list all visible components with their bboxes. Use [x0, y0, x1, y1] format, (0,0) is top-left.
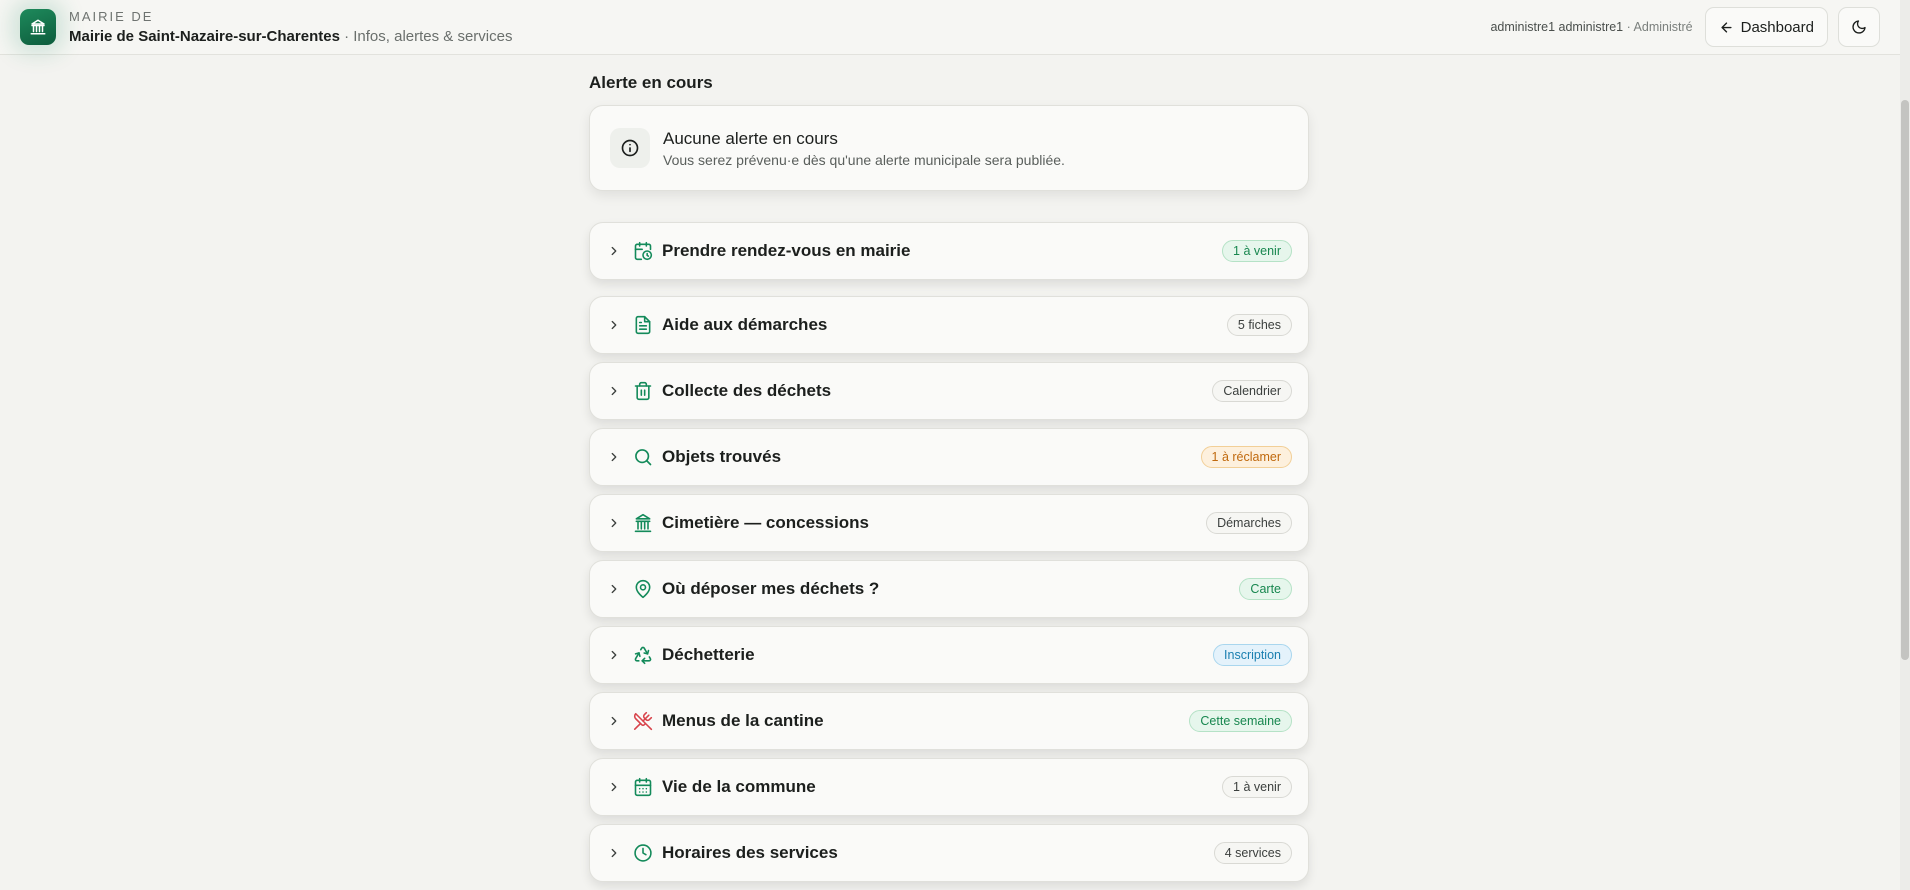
service-row-dechetterie[interactable]: Déchetterie Inscription — [589, 626, 1309, 684]
header-actions: administre1 administre1 · Administré Das… — [1490, 7, 1880, 47]
service-badge: Démarches — [1206, 512, 1292, 534]
service-row-collecte[interactable]: Collecte des déchets Calendrier — [589, 362, 1309, 420]
service-badge: 1 à venir — [1222, 776, 1292, 798]
user-info: administre1 administre1 · Administré — [1490, 20, 1692, 34]
service-badge: Inscription — [1213, 644, 1292, 666]
moon-icon — [1852, 20, 1866, 34]
service-label: Menus de la cantine — [662, 711, 824, 730]
brand-name: Mairie de Saint-Nazaire-sur-Charentes — [69, 27, 340, 45]
logo[interactable] — [20, 9, 56, 45]
chevron-right-icon — [607, 714, 621, 728]
clock-icon — [633, 843, 653, 863]
service-row-cimetiere[interactable]: Cimetière — concessions Démarches — [589, 494, 1309, 552]
building-icon — [30, 19, 46, 35]
document-icon — [633, 315, 653, 335]
chevron-right-icon — [607, 780, 621, 794]
scrollbar-thumb[interactable] — [1901, 100, 1909, 660]
page-scrollbar[interactable] — [1900, 0, 1910, 890]
service-label: Collecte des déchets — [662, 381, 832, 400]
alert-card: Aucune alerte en cours Vous serez préven… — [589, 105, 1309, 191]
service-badge: Calendrier — [1212, 380, 1292, 402]
service-badge: 4 services — [1213, 842, 1292, 864]
brand: MAIRIE DE Mairie de Saint-Nazaire-sur-Ch… — [69, 9, 512, 46]
service-label: Objets trouvés — [662, 447, 782, 466]
service-row-horaires[interactable]: Horaires des services 4 services — [589, 824, 1309, 882]
service-badge: 1 à réclamer — [1200, 446, 1292, 468]
service-row-vie-commune[interactable]: Vie de la commune 1 à venir — [589, 758, 1309, 816]
service-label: Déchetterie — [662, 645, 755, 664]
alert-card-text: Vous serez prévenu·e dès qu'une alerte m… — [663, 152, 1065, 168]
service-label: Cimetière — concessions — [662, 513, 869, 532]
trash-icon — [633, 381, 653, 401]
service-row-cantine[interactable]: Menus de la cantine Cette semaine — [589, 692, 1309, 750]
calendar-icon — [633, 777, 653, 797]
dashboard-button[interactable]: Dashboard — [1704, 7, 1828, 47]
search-icon — [633, 447, 653, 467]
chevron-right-icon — [607, 846, 621, 860]
chevron-right-icon — [607, 516, 621, 530]
brand-subtitle: · Infos, alertes & services — [339, 27, 513, 45]
chevron-right-icon — [607, 648, 621, 662]
alert-icon-wrap — [610, 128, 650, 168]
landmark-icon — [633, 513, 653, 533]
alert-section-title: Alerte en cours — [589, 73, 713, 92]
chevron-right-icon — [607, 450, 621, 464]
service-row-deposer-dechets[interactable]: Où déposer mes déchets ? Carte — [589, 560, 1309, 618]
calendar-clock-icon — [633, 241, 653, 261]
service-label: Prendre rendez-vous en mairie — [662, 241, 911, 260]
service-badge: 5 fiches — [1226, 314, 1292, 336]
service-label: Vie de la commune — [662, 777, 816, 796]
recycle-icon — [633, 645, 653, 665]
dashboard-label: Dashboard — [1740, 18, 1814, 36]
alert-card-title: Aucune alerte en cours — [663, 129, 838, 148]
service-label: Horaires des services — [662, 843, 838, 862]
chevron-right-icon — [607, 244, 621, 258]
user-role: · Administré — [1623, 20, 1693, 34]
utensils-crossed-icon — [633, 711, 653, 731]
chevron-right-icon — [607, 318, 621, 332]
brand-eyebrow: MAIRIE DE — [69, 8, 154, 24]
info-icon — [621, 139, 639, 157]
map-pin-icon — [633, 579, 653, 599]
user-name: administre1 administre1 — [1490, 20, 1624, 34]
service-row-rendez-vous[interactable]: Prendre rendez-vous en mairie 1 à venir — [589, 222, 1309, 280]
app-header: MAIRIE DE Mairie de Saint-Nazaire-sur-Ch… — [0, 0, 1900, 55]
theme-toggle-button[interactable] — [1838, 7, 1880, 47]
main-content: Alerte en cours Aucune alerte en cours V… — [589, 55, 1309, 890]
service-badge: Cette semaine — [1189, 710, 1292, 732]
alert-body: Aucune alerte en cours Vous serez préven… — [663, 128, 1065, 168]
brand-line: Mairie de Saint-Nazaire-sur-Charentes · … — [69, 27, 512, 46]
service-badge: Carte — [1239, 578, 1292, 600]
service-badge: 1 à venir — [1222, 240, 1292, 262]
service-row-objets-trouves[interactable]: Objets trouvés 1 à réclamer — [589, 428, 1309, 486]
arrow-left-icon — [1721, 21, 1732, 33]
service-label: Aide aux démarches — [662, 315, 828, 334]
services-list: Prendre rendez-vous en mairie 1 à venir … — [589, 222, 1309, 882]
service-label: Où déposer mes déchets ? — [662, 579, 880, 598]
chevron-right-icon — [607, 582, 621, 596]
service-row-demarches[interactable]: Aide aux démarches 5 fiches — [589, 296, 1309, 354]
chevron-right-icon — [607, 384, 621, 398]
